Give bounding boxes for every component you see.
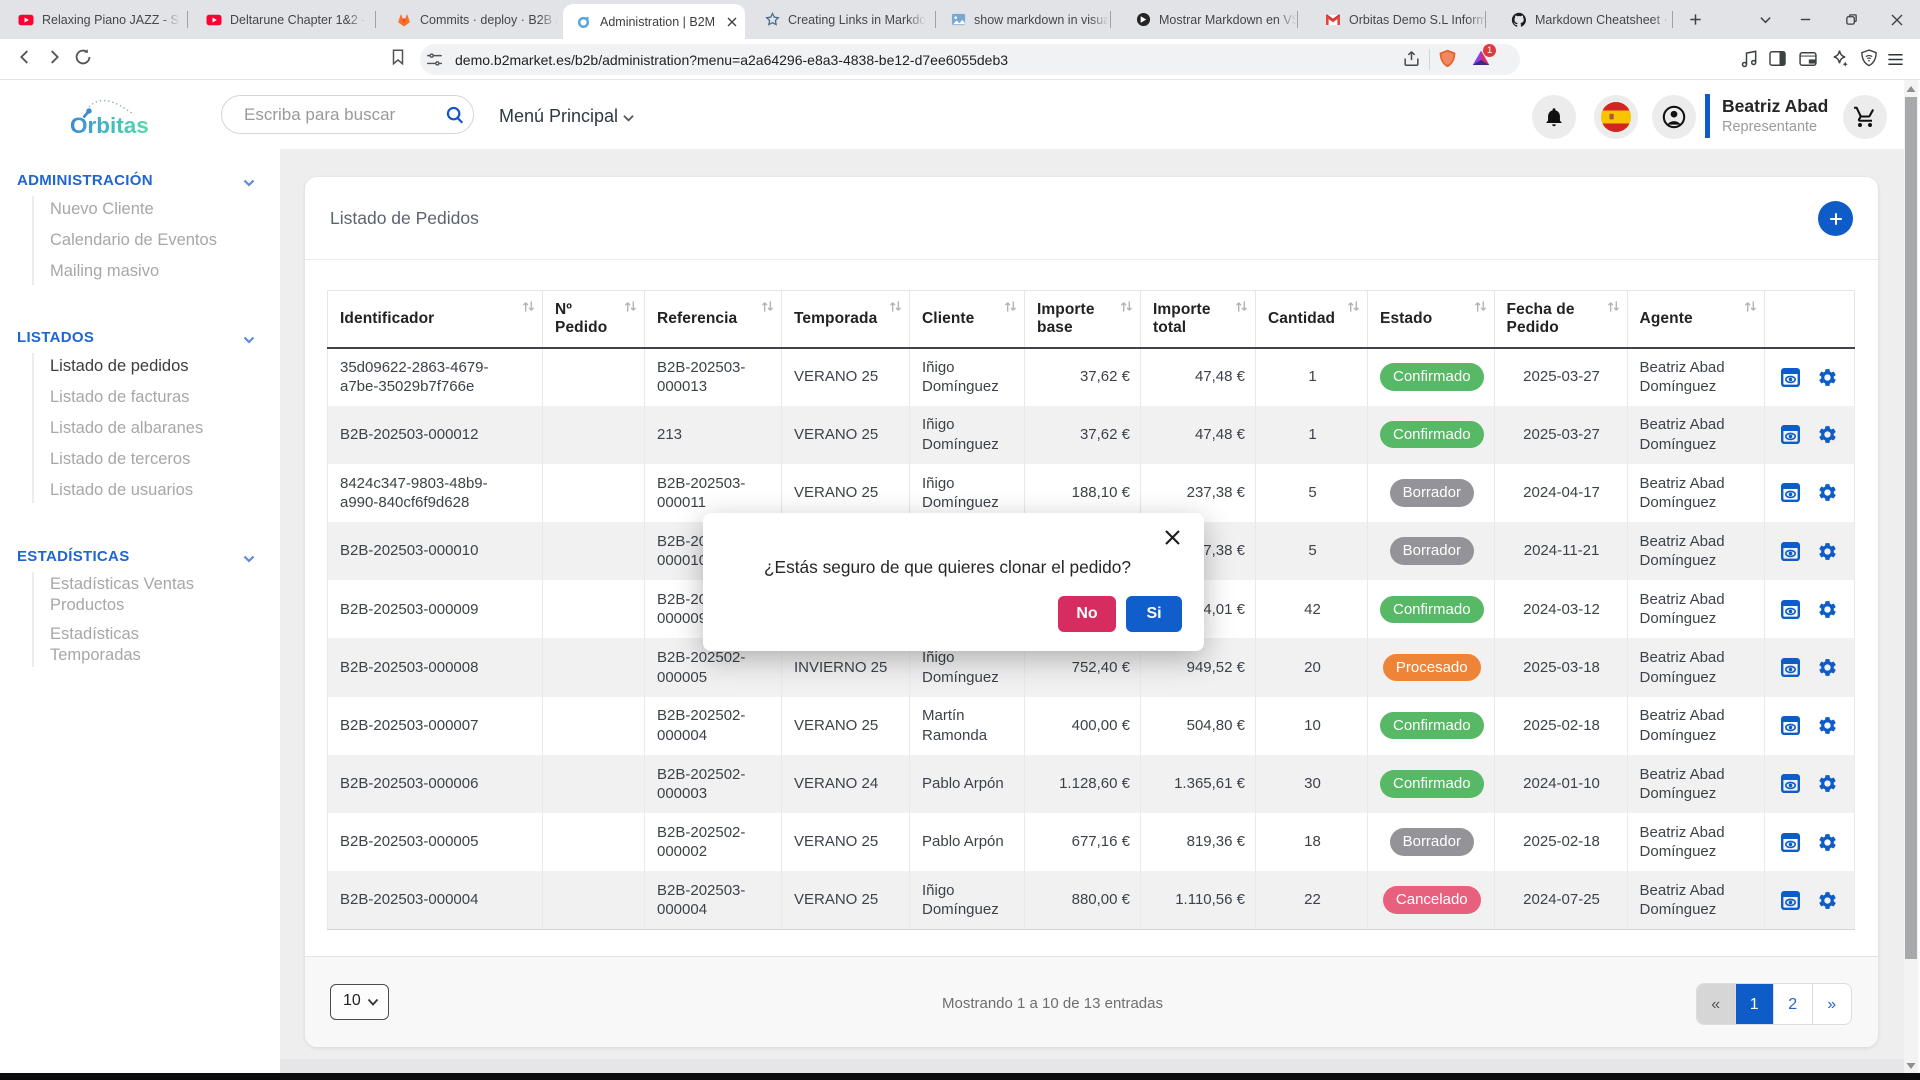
svg-text:Orbitas: Orbitas bbox=[70, 113, 149, 138]
